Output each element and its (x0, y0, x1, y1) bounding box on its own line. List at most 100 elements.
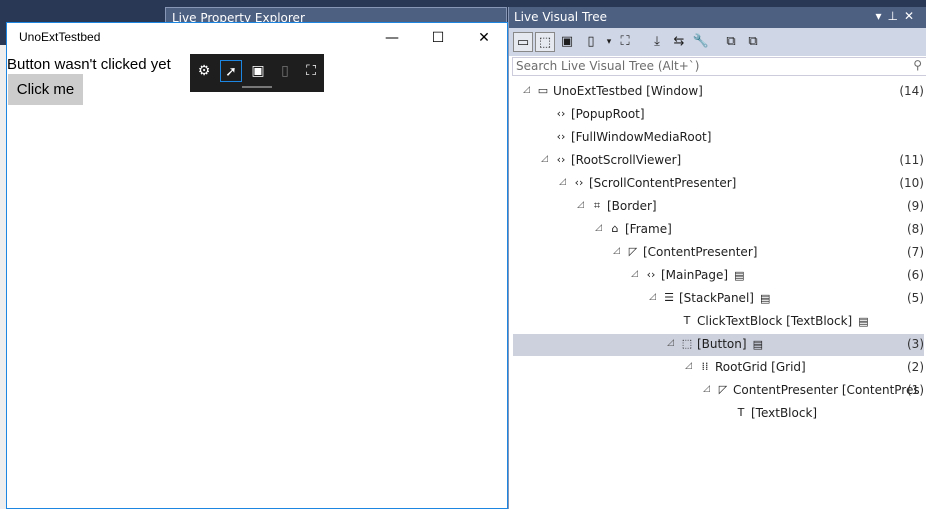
node-type-icon: T (737, 406, 745, 419)
node-label: [Border] (607, 199, 657, 213)
tree-node[interactable]: ◿ ⌂ [Frame] (8) (513, 219, 924, 241)
node-label: [TextBlock] (751, 406, 818, 420)
tree-node[interactable]: ◿ ‹› [MainPage] ▤ (6) (513, 265, 924, 287)
child-count: (2) (907, 360, 924, 374)
tree-node[interactable]: ◿ ◸ [ContentPresenter] (7) (513, 242, 924, 264)
select-element-icon[interactable]: ⬚ (535, 32, 555, 52)
live-visual-tree-panel: Live Visual Tree ▾⊥✕ ▭ ⬚ ▣ ▯ ▾ ⛶ ⤓ ⇆ 🔧 ⧉… (508, 7, 926, 509)
tree-node[interactable]: ◿ ⁞⁞ RootGrid [Grid] (2) (513, 357, 924, 379)
source-document-icon[interactable]: ▤ (753, 338, 763, 351)
tree-node[interactable]: ‹› [PopupRoot] (513, 104, 924, 126)
tree-node[interactable]: ◿ ⬚ [Button] ▤ (3) (513, 334, 924, 356)
node-type-icon: T (683, 314, 691, 327)
child-count: (9) (907, 199, 924, 213)
expander-icon[interactable]: ◿ (577, 200, 584, 210)
expander-icon[interactable]: ◿ (559, 177, 566, 187)
node-type-icon: ◸ (718, 383, 728, 396)
node-type-icon: ⌂ (611, 222, 619, 235)
tree-node[interactable]: ◿ ◸ ContentPresenter [ContentPres (1) (513, 380, 924, 402)
track-focus-icon[interactable]: ▯ (274, 60, 296, 82)
search-icon[interactable]: ⚲ (913, 58, 922, 72)
expander-icon[interactable]: ◿ (649, 292, 656, 302)
click-me-button[interactable]: Click me (8, 74, 83, 105)
expand-all-icon[interactable]: ⧉ (721, 32, 741, 52)
node-type-icon: ‹› (556, 130, 566, 143)
display-adorners-icon[interactable]: ▣ (247, 60, 269, 82)
child-count: (5) (907, 291, 924, 305)
maximize-button[interactable]: ☐ (415, 23, 461, 53)
go-to-live-tree-icon[interactable]: ⚙ (193, 60, 215, 82)
minimize-button[interactable]: — (369, 23, 415, 53)
expander-icon[interactable]: ◿ (703, 384, 710, 394)
tree-node[interactable]: T [TextBlock] (513, 403, 924, 425)
source-document-icon[interactable]: ▤ (858, 315, 868, 328)
close-button[interactable]: ✕ (461, 23, 507, 53)
tree-toolbar: ▭ ⬚ ▣ ▯ ▾ ⛶ ⤓ ⇆ 🔧 ⧉ ⧉ (509, 28, 926, 56)
preview-selection-icon[interactable]: ⛶ (300, 60, 322, 82)
node-label: UnoExtTestbed [Window] (553, 84, 703, 98)
expander-icon[interactable]: ◿ (523, 85, 530, 95)
node-type-icon: ‹› (556, 153, 566, 166)
preview-selection-icon[interactable]: ⛶ (615, 32, 635, 52)
node-type-icon: ▭ (537, 84, 549, 97)
node-label: [MainPage] ▤ (661, 268, 745, 282)
node-label: ClickTextBlock [TextBlock] ▤ (697, 314, 869, 328)
expander-icon[interactable]: ◿ (541, 154, 548, 164)
wrench-icon[interactable]: 🔧 (691, 32, 711, 52)
panel-window-controls[interactable]: ▾⊥✕ (875, 9, 920, 23)
window-title: UnoExtTestbed (19, 30, 101, 44)
collapse-all-icon[interactable]: ⧉ (743, 32, 763, 52)
source-document-icon[interactable]: ▤ (734, 269, 744, 282)
show-just-my-xaml-icon[interactable]: ⤓ (647, 32, 667, 52)
display-layout-adorners-icon[interactable]: ▣ (557, 32, 577, 52)
child-count: (14) (899, 84, 924, 98)
tree-node[interactable]: ◿ ⌗ [Border] (9) (513, 196, 924, 218)
node-label: RootGrid [Grid] (715, 360, 806, 374)
child-count: (6) (907, 268, 924, 282)
tree-node[interactable]: T ClickTextBlock [TextBlock] ▤ (513, 311, 924, 333)
child-count: (3) (907, 337, 924, 351)
node-label: [StackPanel] ▤ (679, 291, 771, 305)
drag-handle[interactable] (242, 86, 272, 88)
sync-icon[interactable]: ⇆ (669, 32, 689, 52)
node-type-icon: ⬚ (681, 337, 693, 350)
search-placeholder: Search Live Visual Tree (Alt+`) (516, 59, 700, 73)
tree-node[interactable]: ‹› [FullWindowMediaRoot] (513, 127, 924, 149)
child-count: (1) (907, 383, 924, 397)
node-type-icon: ‹› (646, 268, 656, 281)
source-document-icon[interactable]: ▤ (760, 292, 770, 305)
expander-icon[interactable]: ◿ (595, 223, 602, 233)
in-app-debug-toolbar: ⚙ ➚ ▣ ▯ ⛶ (190, 54, 324, 92)
node-type-icon: ‹› (556, 107, 566, 120)
select-element-icon[interactable]: ➚ (220, 60, 242, 82)
child-count: (7) (907, 245, 924, 259)
show-runtime-tools-icon[interactable]: ▭ (513, 32, 533, 52)
track-focus-icon[interactable]: ▯ (581, 32, 601, 52)
node-label: [Button] ▤ (697, 337, 763, 351)
tree-node[interactable]: ◿ ▭ UnoExtTestbed [Window] (14) (513, 81, 924, 103)
node-type-icon: ‹› (574, 176, 584, 189)
child-count: (11) (899, 153, 924, 167)
child-count: (8) (907, 222, 924, 236)
node-label: [PopupRoot] (571, 107, 645, 121)
expander-icon[interactable]: ◿ (667, 338, 674, 348)
expander-icon[interactable]: ◿ (685, 361, 692, 371)
node-type-icon: ⌗ (593, 199, 601, 212)
node-type-icon: ☰ (664, 291, 674, 304)
node-type-icon: ⁞⁞ (701, 360, 709, 373)
node-label: [RootScrollViewer] (571, 153, 682, 167)
node-type-icon: ◸ (628, 245, 638, 258)
node-label: ContentPresenter [ContentPres (733, 383, 920, 397)
node-label: [FullWindowMediaRoot] (571, 130, 712, 144)
node-label: [ContentPresenter] (643, 245, 758, 259)
tree-node[interactable]: ◿ ‹› [ScrollContentPresenter] (10) (513, 173, 924, 195)
child-count: (10) (899, 176, 924, 190)
tree-node[interactable]: ◿ ☰ [StackPanel] ▤ (5) (513, 288, 924, 310)
expander-icon[interactable]: ◿ (613, 246, 620, 256)
node-label: [ScrollContentPresenter] (589, 176, 737, 190)
search-input[interactable]: Search Live Visual Tree (Alt+`) ⚲ (512, 57, 926, 76)
panel-title: Live Visual Tree ▾⊥✕ (509, 7, 926, 28)
tree-node[interactable]: ◿ ‹› [RootScrollViewer] (11) (513, 150, 924, 172)
click-text-block: Button wasn't clicked yet (7, 56, 171, 73)
expander-icon[interactable]: ◿ (631, 269, 638, 279)
